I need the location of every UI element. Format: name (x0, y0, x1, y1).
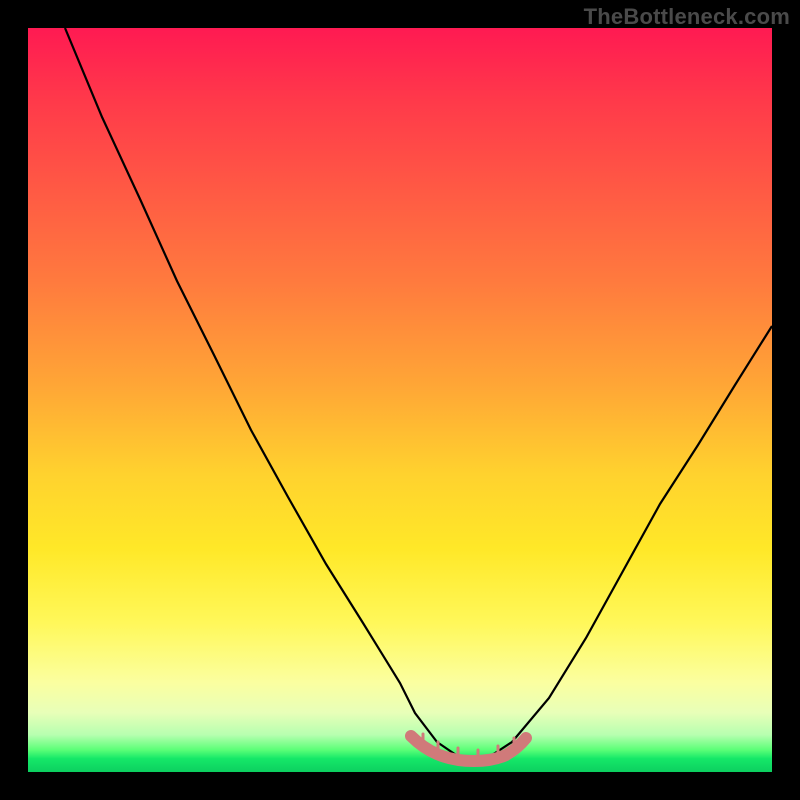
plot-area (28, 28, 772, 772)
min-highlight (411, 736, 526, 761)
attribution-label: TheBottleneck.com (584, 4, 790, 30)
bottleneck-curve (65, 28, 772, 761)
min-highlight-ticks (423, 734, 514, 762)
curve-overlay (28, 28, 772, 772)
chart-frame: TheBottleneck.com (0, 0, 800, 800)
